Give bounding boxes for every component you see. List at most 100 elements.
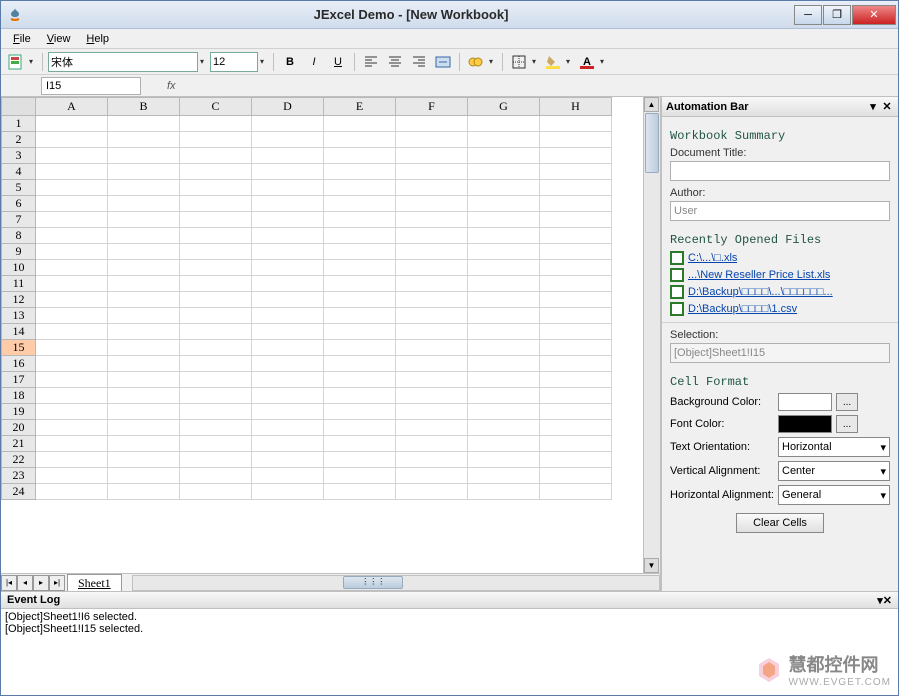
cell-D9[interactable]: [252, 244, 324, 260]
cell-C22[interactable]: [180, 452, 252, 468]
cell-E1[interactable]: [324, 116, 396, 132]
cell-B7[interactable]: [108, 212, 180, 228]
cell-E24[interactable]: [324, 484, 396, 500]
row-header-11[interactable]: 11: [2, 276, 36, 292]
cell-C2[interactable]: [180, 132, 252, 148]
cell-E19[interactable]: [324, 404, 396, 420]
cell-H24[interactable]: [540, 484, 612, 500]
cell-G9[interactable]: [468, 244, 540, 260]
font-name-select[interactable]: [48, 52, 198, 72]
cell-G4[interactable]: [468, 164, 540, 180]
cell-E9[interactable]: [324, 244, 396, 260]
cell-F22[interactable]: [396, 452, 468, 468]
cell-A24[interactable]: [36, 484, 108, 500]
close-button[interactable]: ✕: [852, 5, 896, 25]
cell-D8[interactable]: [252, 228, 324, 244]
cell-A14[interactable]: [36, 324, 108, 340]
minimize-button[interactable]: ─: [794, 5, 822, 25]
row-header-21[interactable]: 21: [2, 436, 36, 452]
row-header-5[interactable]: 5: [2, 180, 36, 196]
cell-C17[interactable]: [180, 372, 252, 388]
cell-D12[interactable]: [252, 292, 324, 308]
row-header-3[interactable]: 3: [2, 148, 36, 164]
row-header-4[interactable]: 4: [2, 164, 36, 180]
cell-B3[interactable]: [108, 148, 180, 164]
cell-G3[interactable]: [468, 148, 540, 164]
cell-B6[interactable]: [108, 196, 180, 212]
col-header-B[interactable]: B: [108, 98, 180, 116]
cell-E10[interactable]: [324, 260, 396, 276]
cell-E15[interactable]: [324, 340, 396, 356]
fontcolor-dropdown-icon[interactable]: ▾: [600, 57, 608, 66]
cell-B23[interactable]: [108, 468, 180, 484]
cell-H2[interactable]: [540, 132, 612, 148]
cell-B8[interactable]: [108, 228, 180, 244]
cell-E11[interactable]: [324, 276, 396, 292]
cell-E21[interactable]: [324, 436, 396, 452]
col-header-C[interactable]: C: [180, 98, 252, 116]
cell-G21[interactable]: [468, 436, 540, 452]
cell-B2[interactable]: [108, 132, 180, 148]
cell-H16[interactable]: [540, 356, 612, 372]
scroll-up-icon[interactable]: ▲: [644, 97, 659, 112]
font-color-swatch[interactable]: [778, 415, 832, 433]
vscroll-thumb[interactable]: [645, 113, 659, 173]
merge-button[interactable]: [432, 51, 454, 73]
cell-C13[interactable]: [180, 308, 252, 324]
cell-E18[interactable]: [324, 388, 396, 404]
row-header-23[interactable]: 23: [2, 468, 36, 484]
currency-button[interactable]: [465, 51, 487, 73]
cell-F15[interactable]: [396, 340, 468, 356]
cell-G7[interactable]: [468, 212, 540, 228]
cell-E20[interactable]: [324, 420, 396, 436]
cell-F13[interactable]: [396, 308, 468, 324]
cell-C18[interactable]: [180, 388, 252, 404]
cell-E13[interactable]: [324, 308, 396, 324]
cell-G5[interactable]: [468, 180, 540, 196]
cell-A4[interactable]: [36, 164, 108, 180]
cell-B16[interactable]: [108, 356, 180, 372]
cell-D22[interactable]: [252, 452, 324, 468]
cell-B13[interactable]: [108, 308, 180, 324]
cell-D6[interactable]: [252, 196, 324, 212]
cell-H7[interactable]: [540, 212, 612, 228]
cell-F19[interactable]: [396, 404, 468, 420]
cell-A11[interactable]: [36, 276, 108, 292]
font-dropdown-icon[interactable]: ▾: [200, 57, 208, 66]
cell-F24[interactable]: [396, 484, 468, 500]
cell-C23[interactable]: [180, 468, 252, 484]
cell-H15[interactable]: [540, 340, 612, 356]
cell-C5[interactable]: [180, 180, 252, 196]
cell-A23[interactable]: [36, 468, 108, 484]
size-dropdown-icon[interactable]: ▾: [260, 57, 268, 66]
cell-A9[interactable]: [36, 244, 108, 260]
recent-file-link-3[interactable]: D:\Backup\□□□□\1.csv: [688, 303, 797, 315]
cell-H23[interactable]: [540, 468, 612, 484]
menu-view[interactable]: View: [39, 31, 79, 47]
cell-H20[interactable]: [540, 420, 612, 436]
cell-G20[interactable]: [468, 420, 540, 436]
maximize-button[interactable]: ❐: [823, 5, 851, 25]
cell-D5[interactable]: [252, 180, 324, 196]
cell-E3[interactable]: [324, 148, 396, 164]
cell-A19[interactable]: [36, 404, 108, 420]
cell-E23[interactable]: [324, 468, 396, 484]
hscroll-thumb[interactable]: ⋮⋮⋮: [343, 576, 403, 589]
cell-F1[interactable]: [396, 116, 468, 132]
cell-B1[interactable]: [108, 116, 180, 132]
cell-A8[interactable]: [36, 228, 108, 244]
cell-C3[interactable]: [180, 148, 252, 164]
spreadsheet-grid[interactable]: ABCDEFGH12345678910111213141516171819202…: [1, 97, 643, 573]
cell-D11[interactable]: [252, 276, 324, 292]
cell-H9[interactable]: [540, 244, 612, 260]
cell-A6[interactable]: [36, 196, 108, 212]
cell-H10[interactable]: [540, 260, 612, 276]
bg-color-swatch[interactable]: [778, 393, 832, 411]
row-header-9[interactable]: 9: [2, 244, 36, 260]
font-color-more-button[interactable]: ...: [836, 415, 858, 433]
fill-color-button[interactable]: [542, 51, 564, 73]
cell-F3[interactable]: [396, 148, 468, 164]
cell-D18[interactable]: [252, 388, 324, 404]
cell-D4[interactable]: [252, 164, 324, 180]
cell-F2[interactable]: [396, 132, 468, 148]
